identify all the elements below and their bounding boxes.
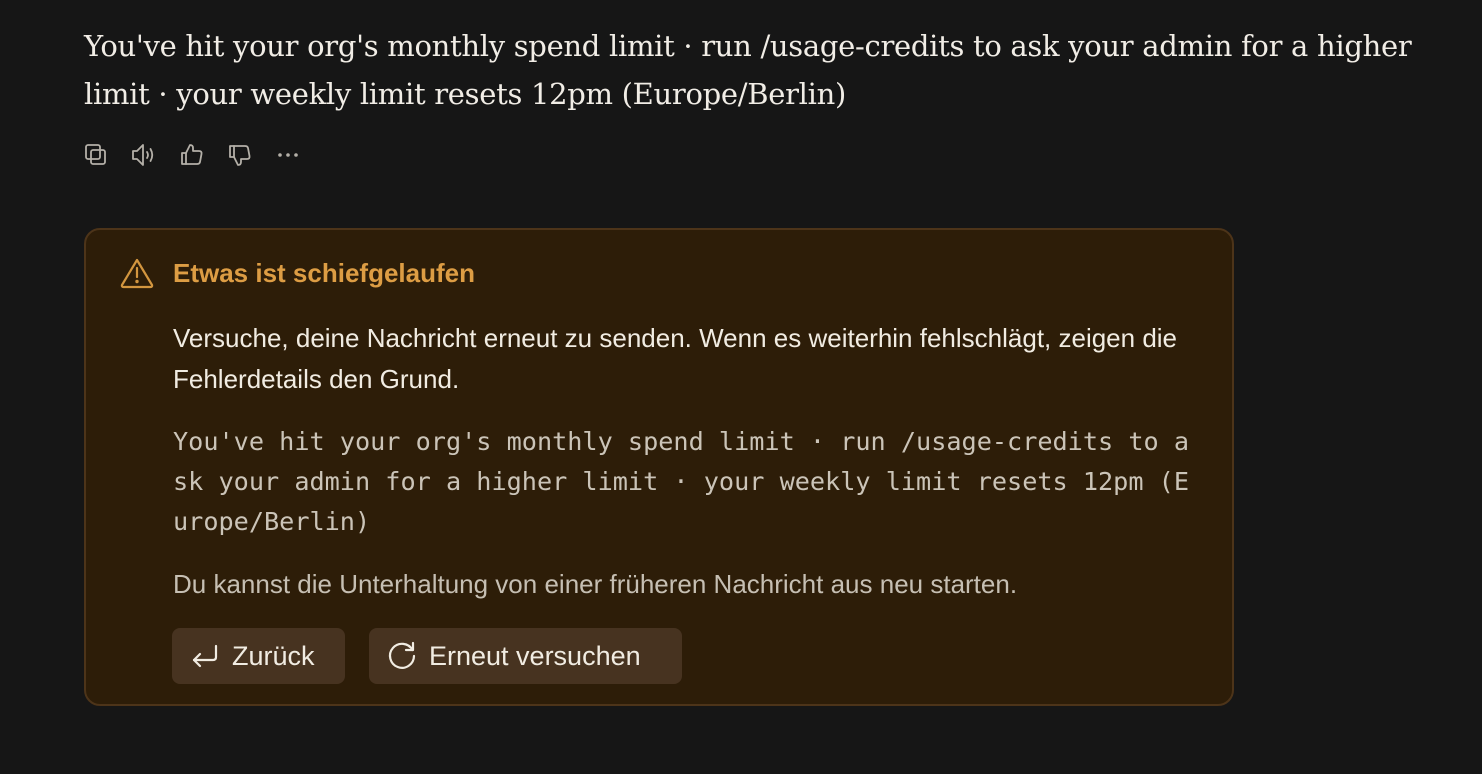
- return-arrow-icon: [188, 639, 222, 673]
- more-icon: [278, 153, 298, 157]
- thumbs-up-icon: [181, 144, 203, 165]
- thumbs-up-button[interactable]: [178, 140, 206, 170]
- copy-icon: [85, 144, 106, 165]
- retry-button-label: Erneut versuchen: [429, 640, 641, 671]
- copy-button[interactable]: [82, 140, 110, 170]
- speaker-icon: [132, 144, 154, 166]
- error-details: You've hit your org's monthly spend limi…: [173, 427, 1189, 536]
- assistant-message: You've hit your org's monthly spend limi…: [84, 29, 1412, 111]
- thumbs-down-icon: [229, 145, 251, 166]
- back-button[interactable]: Zurück: [172, 628, 345, 684]
- thumbs-down-button[interactable]: [226, 140, 254, 170]
- read-aloud-button[interactable]: [130, 140, 158, 170]
- error-title: Etwas ist schiefgelaufen: [173, 258, 475, 288]
- error-description: Versuche, deine Nachricht erneut zu send…: [173, 323, 1178, 394]
- more-options-button[interactable]: [274, 140, 302, 170]
- back-button-label: Zurück: [232, 640, 315, 671]
- refresh-icon: [385, 639, 419, 673]
- message-actions: [82, 140, 322, 170]
- warning-icon: [119, 256, 155, 290]
- error-card: Etwas ist schiefgelaufen Versuche, deine…: [84, 228, 1234, 706]
- error-hint: Du kannst die Unterhaltung von einer frü…: [173, 569, 1018, 599]
- retry-button[interactable]: Erneut versuchen: [369, 628, 682, 684]
